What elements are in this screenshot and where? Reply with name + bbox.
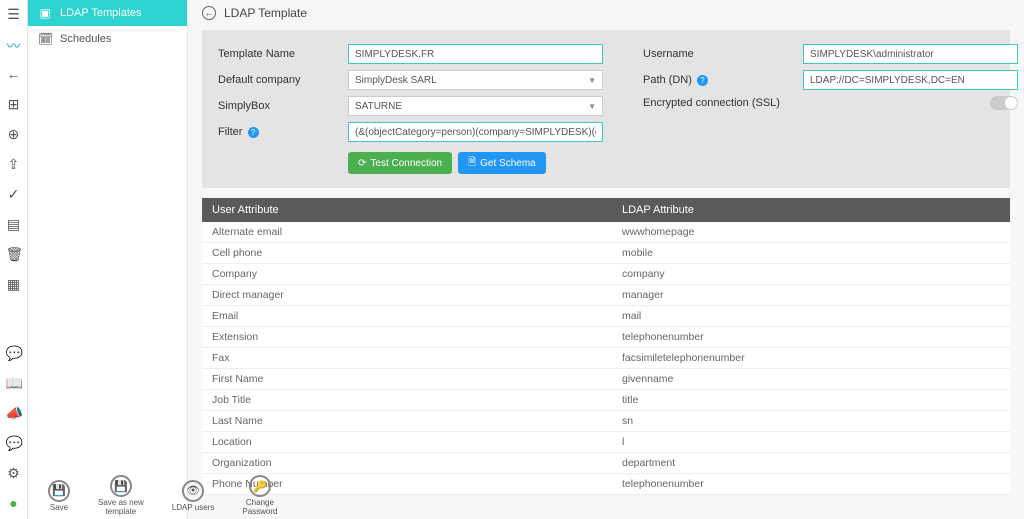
dashboard-icon[interactable]: ⊞ xyxy=(6,96,22,112)
filter-input[interactable] xyxy=(348,122,603,142)
save-as-new-template-button[interactable]: 💾 Save as new template xyxy=(98,475,144,517)
left-rail: ☰ 〰 ← ⊞ ⊕ ⇪ ✓ ▤ 🗑 ▦ 💬 📖 📣 💬 ⚙ ● xyxy=(0,0,28,519)
cell-ldap-attribute: sn xyxy=(612,411,1010,431)
trash-icon[interactable]: 🗑 xyxy=(6,246,22,262)
default-company-select[interactable]: SimplyDesk SARL▼ xyxy=(348,70,603,90)
table-row[interactable]: Cell phonemobile xyxy=(202,243,1010,264)
wave-icon[interactable]: 〰 xyxy=(6,36,22,52)
table-row[interactable]: Companycompany xyxy=(202,264,1010,285)
simplybox-select[interactable]: SATURNE▼ xyxy=(348,96,603,116)
table-row[interactable]: Phone Numbertelephonenumber xyxy=(202,474,1010,495)
cell-ldap-attribute: wwwhomepage xyxy=(612,222,1010,242)
cell-ldap-attribute: title xyxy=(612,390,1010,410)
bullhorn-icon[interactable]: 📣 xyxy=(6,405,22,421)
cell-ldap-attribute: mail xyxy=(612,306,1010,326)
back-icon[interactable]: ← xyxy=(6,66,22,82)
label-encrypted: Encrypted connection (SSL) xyxy=(643,97,793,109)
cell-ldap-attribute: telephonenumber xyxy=(612,474,1010,494)
cell-user-attribute: Last Name xyxy=(202,411,612,431)
check-icon[interactable]: ✓ xyxy=(6,186,22,202)
notifications-icon[interactable]: 💬 xyxy=(6,435,22,451)
encrypted-toggle[interactable] xyxy=(990,96,1018,110)
label-template-name: Template Name xyxy=(218,48,338,60)
table-row[interactable]: Organizationdepartment xyxy=(202,453,1010,474)
table-row[interactable]: Job Titletitle xyxy=(202,390,1010,411)
cell-user-attribute: Email xyxy=(202,306,612,326)
th-user-attribute: User Attribute xyxy=(202,198,612,222)
cell-ldap-attribute: company xyxy=(612,264,1010,284)
table-row[interactable]: Extensiontelephonenumber xyxy=(202,327,1010,348)
eye-icon: 👁 xyxy=(182,480,204,502)
label-username: Username xyxy=(643,48,793,60)
table-row[interactable]: Faxfacsimiletelephonenumber xyxy=(202,348,1010,369)
form-panel: Template Name Default company SimplyDesk… xyxy=(202,30,1010,188)
label-default-company: Default company xyxy=(218,74,338,86)
sidebar-item-schedules[interactable]: 🗓 Schedules xyxy=(28,26,187,52)
cell-user-attribute: Direct manager xyxy=(202,285,612,305)
get-schema-button[interactable]: 🗎 Get Schema xyxy=(458,152,546,174)
table-row[interactable]: First Namegivenname xyxy=(202,369,1010,390)
change-password-button[interactable]: 🔑 Change Password xyxy=(242,475,277,517)
cell-ldap-attribute: manager xyxy=(612,285,1010,305)
sidebar: ▣ LDAP Templates 🗓 Schedules xyxy=(28,0,188,519)
label-simplybox: SimplyBox xyxy=(218,100,338,112)
table-row[interactable]: Locationl xyxy=(202,432,1010,453)
save-icon: 💾 xyxy=(48,480,70,502)
calendar-icon: 🗓 xyxy=(38,32,52,46)
sidebar-item-ldap-templates[interactable]: ▣ LDAP Templates xyxy=(28,0,187,26)
table-row[interactable]: Direct managermanager xyxy=(202,285,1010,306)
page-header: ← LDAP Template xyxy=(188,0,1024,26)
help-icon[interactable]: ? xyxy=(248,127,259,138)
file-icon: 🗎 xyxy=(468,155,476,172)
template-name-input[interactable] xyxy=(348,44,603,64)
bars-icon[interactable]: ▤ xyxy=(6,216,22,232)
sidebar-item-label: Schedules xyxy=(60,33,111,45)
help-icon[interactable]: ? xyxy=(697,75,708,86)
cell-ldap-attribute: telephonenumber xyxy=(612,327,1010,347)
cell-user-attribute: Alternate email xyxy=(202,222,612,242)
gear-icon[interactable]: ⚙ xyxy=(6,465,22,481)
add-icon[interactable]: ⊕ xyxy=(6,126,22,142)
cell-ldap-attribute: l xyxy=(612,432,1010,452)
path-dn-input[interactable] xyxy=(803,70,1018,90)
cell-ldap-attribute: department xyxy=(612,453,1010,473)
share-icon[interactable]: ⇪ xyxy=(6,156,22,172)
key-icon: 🔑 xyxy=(249,475,271,497)
main: ← LDAP Template Template Name Default co… xyxy=(188,0,1024,519)
status-icon[interactable]: ● xyxy=(6,495,22,511)
cell-user-attribute: Location xyxy=(202,432,612,452)
cell-user-attribute: Cell phone xyxy=(202,243,612,263)
chat-icon[interactable]: 💬 xyxy=(6,345,22,361)
sidebar-item-label: LDAP Templates xyxy=(60,7,142,19)
cell-ldap-attribute: mobile xyxy=(612,243,1010,263)
table-row[interactable]: Last Namesn xyxy=(202,411,1010,432)
label-path-dn: Path (DN) ? xyxy=(643,74,793,86)
ldap-users-button[interactable]: 👁 LDAP users xyxy=(172,480,215,513)
th-ldap-attribute: LDAP Attribute xyxy=(612,198,1010,222)
username-input[interactable] xyxy=(803,44,1018,64)
cell-user-attribute: Fax xyxy=(202,348,612,368)
page-title: LDAP Template xyxy=(224,6,307,20)
cell-ldap-attribute: givenname xyxy=(612,369,1010,389)
grid-icon[interactable]: ▦ xyxy=(6,276,22,292)
cell-user-attribute: Organization xyxy=(202,453,612,473)
cell-ldap-attribute: facsimiletelephonenumber xyxy=(612,348,1010,368)
menu-icon[interactable]: ☰ xyxy=(6,6,22,22)
cell-user-attribute: Company xyxy=(202,264,612,284)
cell-user-attribute: Extension xyxy=(202,327,612,347)
cell-user-attribute: First Name xyxy=(202,369,612,389)
action-bar: 💾 Save 💾 Save as new template 👁 LDAP use… xyxy=(28,473,297,519)
attributes-table: User Attribute LDAP Attribute Alternate … xyxy=(202,198,1010,519)
table-row[interactable]: Alternate emailwwwhomepage xyxy=(202,222,1010,243)
table-row[interactable]: Emailmail xyxy=(202,306,1010,327)
back-button[interactable]: ← xyxy=(202,6,216,20)
refresh-icon: ⟳ xyxy=(358,158,366,169)
cell-user-attribute: Job Title xyxy=(202,390,612,410)
label-filter: Filter ? xyxy=(218,126,338,138)
save-button[interactable]: 💾 Save xyxy=(48,480,70,513)
test-connection-button[interactable]: ⟳ Test Connection xyxy=(348,152,452,174)
book-icon[interactable]: 📖 xyxy=(6,375,22,391)
templates-icon: ▣ xyxy=(38,6,52,20)
save-as-icon: 💾 xyxy=(110,475,132,497)
